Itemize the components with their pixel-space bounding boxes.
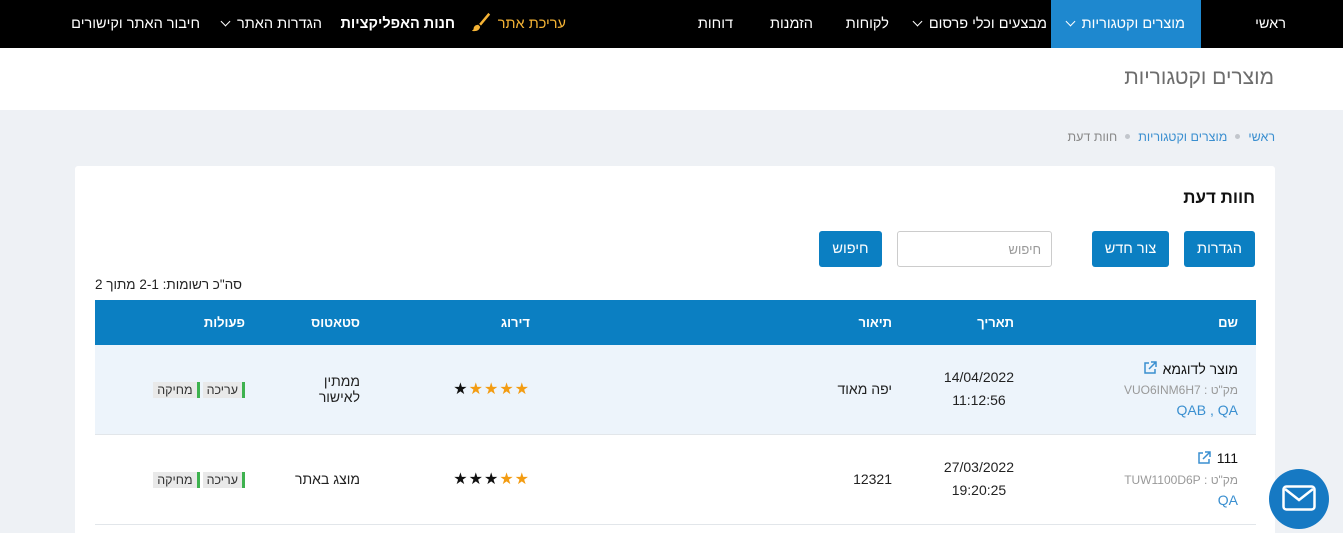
product-sku: מק"ט : VUO6INM6H7 [1124,382,1238,397]
review-description: יפה מאוד [548,345,910,435]
star-empty-icon: ★ [453,471,469,488]
cell-actions: עריכהמחיקה [95,345,263,435]
star-filled-icon: ★ [499,381,515,399]
cell-date: 14/04/2022 11:12:56 [910,345,1032,435]
review-status: מוצג באתר [263,434,378,525]
star-filled-icon: ★ [499,471,515,488]
table-row: 111 מק"ט : TUW1100D6P QA 27/03/2022 19:20… [95,434,1256,525]
nav-site-settings[interactable]: הגדרות האתר [220,0,322,48]
star-filled-icon: ★ [483,381,500,399]
review-description: 12321 [548,434,910,525]
title-bar: מוצרים וקטגוריות [0,48,1343,110]
delete-button[interactable]: מחיקה [153,471,200,488]
cell-name: 111 מק"ט : TUW1100D6P QA [1032,434,1256,525]
breadcrumb-home[interactable]: ראשי [1248,130,1275,144]
edit-button[interactable]: עריכה [202,471,245,488]
nav-edit-site-label: עריכת אתר [497,16,566,32]
cell-date: 27/03/2022 19:20:25 [910,434,1032,525]
table-row: מוצר לדוגמא מק"ט : VUO6INM6H7 QAB , QA 1… [95,345,1256,435]
records-total: סה"כ רשומות: 2-1 מתוך 2 [95,277,242,292]
header-name[interactable]: שם [1032,300,1256,345]
nav-promotions[interactable]: מבצעים וכלי פרסום [912,0,1047,48]
search-button[interactable]: חיפוש [819,231,882,267]
header-actions: פעולות [95,300,263,345]
rating-stars: ★★★★★ [453,469,530,489]
settings-button[interactable]: הגדרות [1184,231,1255,267]
chevron-down-icon [912,16,923,27]
header-date[interactable]: תאריך [910,300,1032,345]
star-empty-icon: ★ [468,471,484,488]
product-tags: QA [1050,492,1238,508]
envelope-icon [1282,485,1316,511]
card-title: חוות דעת [1183,188,1255,207]
nav-products-label: מוצרים וקטגוריות [1081,16,1185,32]
header-status[interactable]: סטאטוס [263,300,378,345]
nav-site-connection[interactable]: חיבור האתר וקישורים [71,0,200,48]
star-filled-icon: ★ [468,381,484,399]
star-empty-icon: ★ [453,381,469,399]
breadcrumb-separator [1125,134,1131,139]
product-tags: QAB , QA [1176,401,1238,418]
cell-name: מוצר לדוגמא מק"ט : VUO6INM6H7 QAB , QA [1032,345,1256,435]
delete-button[interactable]: מחיקה [153,381,200,398]
rating-stars: ★★★★★ [453,379,530,399]
nav-app-store[interactable]: חנות האפליקציות [341,0,456,48]
nav-reports[interactable]: דוחות [698,0,733,48]
chevron-down-icon [1065,16,1076,27]
product-sku: מק"ט : TUW1100D6P [1124,472,1238,487]
top-nav: ראשי מוצרים וקטגוריות מבצעים וכלי פרסום … [0,0,1343,48]
chevron-down-icon [220,16,231,27]
review-status: ממתין לאישור [263,345,378,435]
tag-link[interactable]: QA [1218,402,1238,418]
reviews-table: שם תאריך תיאור דירוג סטאטוס פעולות מוצר … [95,300,1256,525]
header-description[interactable]: תיאור [548,300,910,345]
cell-rating: ★★★★★ [378,434,548,525]
paint-brush-icon [471,13,490,32]
breadcrumb-separator [1235,134,1241,139]
nav-products[interactable]: מוצרים וקטגוריות [1050,0,1201,48]
review-date: 14/04/2022 [943,369,1014,386]
review-date: 27/03/2022 [943,459,1014,475]
product-name[interactable]: 111 [1217,450,1238,466]
review-time: 19:20:25 [951,482,1007,498]
tag-link[interactable]: QA [1218,492,1238,508]
product-name[interactable]: מוצר לדוגמא [1163,361,1238,377]
cell-rating: ★★★★★ [378,345,548,435]
star-filled-icon: ★ [514,381,530,399]
external-link-icon[interactable] [1197,450,1211,465]
nav-orders[interactable]: הזמנות [770,0,813,48]
cell-actions: עריכהמחיקה [95,434,263,525]
breadcrumb-products[interactable]: מוצרים וקטגוריות [1138,130,1227,144]
nav-home[interactable]: ראשי [1255,0,1286,48]
breadcrumb: ראשי מוצרים וקטגוריות חוות דעת [1068,130,1275,144]
contact-fab[interactable] [1269,469,1329,529]
nav-customers[interactable]: לקוחות [846,0,889,48]
nav-edit-site[interactable]: עריכת אתר [470,0,566,48]
star-filled-icon: ★ [514,471,530,488]
tag-link[interactable]: QAB [1177,402,1207,418]
reviews-card: חוות דעת הגדרות צור חדש חיפוש סה"כ רשומו… [75,166,1275,533]
create-new-button[interactable]: צור חדש [1092,231,1169,267]
header-rating[interactable]: דירוג [378,300,548,345]
search-input[interactable] [897,231,1052,267]
page-title: מוצרים וקטגוריות [1124,66,1274,89]
breadcrumb-current: חוות דעת [1067,130,1118,144]
star-empty-icon: ★ [483,471,500,488]
nav-site-settings-label: הגדרות האתר [237,16,322,32]
table-header-row: שם תאריך תיאור דירוג סטאטוס פעולות [95,300,1256,345]
nav-promotions-label: מבצעים וכלי פרסום [928,16,1047,32]
review-time: 11:12:56 [952,392,1006,409]
external-link-icon[interactable] [1143,361,1157,375]
edit-button[interactable]: עריכה [202,381,245,398]
